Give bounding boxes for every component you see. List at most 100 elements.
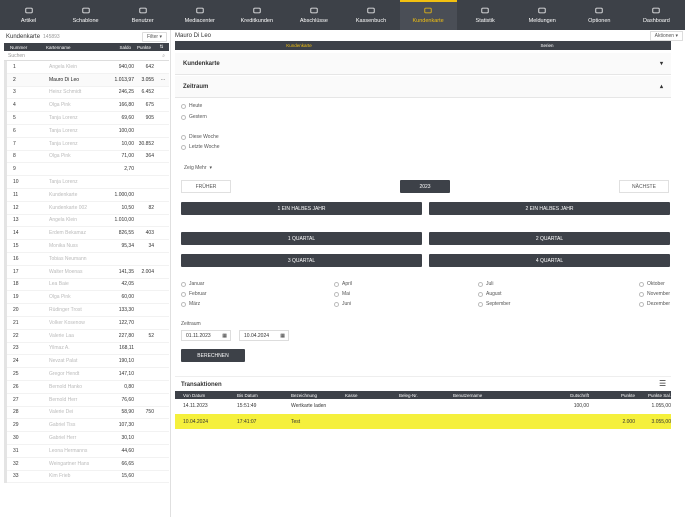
- table-row[interactable]: 23 Yilmaz A. 168,11: [7, 343, 169, 356]
- tcol-kasse[interactable]: Kasse: [337, 393, 391, 398]
- table-row[interactable]: 13 Angela Klein 1.010,00: [7, 215, 169, 228]
- search-icon[interactable]: ⌕: [162, 53, 165, 59]
- month-radio-dezember[interactable]: Dezember: [639, 301, 670, 307]
- table-row[interactable]: 33 Kim Frieb 15,60: [7, 471, 169, 484]
- radio-letzte-woche[interactable]: Letzte Woche: [181, 144, 219, 150]
- table-row[interactable]: 9 2,70: [7, 163, 169, 177]
- tab-serien[interactable]: Serien: [423, 41, 671, 50]
- nav-item-benutzer[interactable]: Benutzer: [114, 0, 171, 30]
- date-from-field[interactable]: 01.11.2023 ▦: [181, 330, 231, 341]
- month-radio-august[interactable]: August: [478, 291, 502, 297]
- month-radio-september[interactable]: September: [478, 301, 510, 307]
- nav-item-kundenkarte[interactable]: Kundenkarte: [399, 0, 457, 30]
- table-row[interactable]: 11 Kundenkarte 1.000,00: [7, 189, 169, 202]
- table-row[interactable]: 27 Bernold Herr 76,60: [7, 394, 169, 407]
- column-number[interactable]: Nummer: [4, 45, 46, 50]
- month-radio-mrz[interactable]: März: [181, 301, 200, 307]
- table-row[interactable]: 32 Weingartner Hans 66,65: [7, 458, 169, 471]
- month-radio-oktober[interactable]: Oktober: [639, 281, 665, 287]
- kundenkarte-section-header[interactable]: Kundenkarte ▾: [175, 53, 671, 75]
- tcol-punkte[interactable]: Punkte: [589, 393, 635, 398]
- radio-gestern[interactable]: Gestern: [181, 114, 207, 120]
- quarter-2-button[interactable]: 2 QUARTAL: [429, 232, 670, 245]
- month-radio-juni[interactable]: Juni: [334, 301, 351, 307]
- year-display[interactable]: 2023: [400, 180, 450, 193]
- table-row[interactable]: 4 Olga Pink 166,80 675: [7, 99, 169, 113]
- tcol-bis-datum[interactable]: Bis Datum: [229, 393, 283, 398]
- tcol-bezeichnung[interactable]: Bezeichnung: [283, 393, 337, 398]
- table-row[interactable]: 5 Tanja Lorenz 69,60 905: [7, 112, 169, 125]
- quarter-1-button[interactable]: 1 QUARTAL: [181, 232, 422, 245]
- month-radio-januar[interactable]: Januar: [181, 281, 204, 287]
- table-row[interactable]: 30 Gabriel Herr 30,10: [7, 432, 169, 445]
- nav-item-optionen[interactable]: Optionen: [571, 0, 628, 30]
- half-year-2-button[interactable]: 2 EIN HALBES JAHR: [429, 202, 670, 215]
- tcol-gutschrift[interactable]: Gutschrift: [529, 393, 589, 398]
- table-row[interactable]: 15 Monika Nuss 95,34 34: [7, 240, 169, 253]
- table-row[interactable]: 31 Leona Hermanns 44,60: [7, 445, 169, 458]
- nav-item-statistik[interactable]: Statistik: [457, 0, 514, 30]
- nav-item-abschl-sse[interactable]: Abschlüsse: [285, 0, 342, 30]
- table-row[interactable]: 24 Nevzat Palat 190,10: [7, 355, 169, 369]
- menu-icon[interactable]: ☰: [659, 380, 666, 388]
- show-more-dropdown[interactable]: Zeig Mehr ▾: [184, 165, 212, 171]
- table-row[interactable]: 3 Heinz Schmidt 246,25 6.452: [7, 87, 169, 100]
- sort-icon[interactable]: ⇅: [154, 44, 169, 50]
- filter-button[interactable]: Filter ▾: [141, 31, 167, 42]
- table-row[interactable]: 8 Olga Pink 71,00 364: [7, 151, 169, 164]
- quarter-4-button[interactable]: 4 QUARTAL: [429, 254, 670, 267]
- table-row[interactable]: 26 Bernold Hanko 0,80: [7, 381, 169, 394]
- actions-button[interactable]: Aktionen ▾: [649, 30, 683, 41]
- table-row[interactable]: 10 Tanja Lorenz: [7, 176, 169, 189]
- radio-diese-woche[interactable]: Diese Woche: [181, 134, 219, 140]
- list-search[interactable]: Suchen ⌕: [4, 51, 169, 61]
- tcol-punkte-sal-[interactable]: Punkte Sal.: [635, 393, 671, 398]
- month-radio-mai[interactable]: Mai: [334, 291, 350, 297]
- previous-year-button[interactable]: FRÜHER: [181, 180, 231, 193]
- nav-item-dashboard[interactable]: Dashboard: [628, 0, 685, 30]
- transaction-row[interactable]: 10.04.2024 17:41:07 Test 2.000 3.055,00: [175, 414, 671, 429]
- month-radio-juli[interactable]: Juli: [478, 281, 494, 287]
- calendar-icon[interactable]: ▦: [280, 333, 285, 339]
- table-row[interactable]: 16 Tobias Neumann: [7, 253, 169, 266]
- table-row[interactable]: 12 Kundenkarte 002 10,50 82: [7, 202, 169, 215]
- nav-item-meldungen[interactable]: Meldungen: [514, 0, 571, 30]
- table-row[interactable]: 7 Tanja Lorenz 10,00 30.852: [7, 138, 169, 151]
- calculate-button[interactable]: BERECHNEN: [181, 349, 245, 362]
- column-cardname[interactable]: Kartenname: [46, 45, 110, 50]
- table-row[interactable]: 20 Rüdinger Trost 133,30: [7, 304, 169, 317]
- table-row[interactable]: 29 Gabriel Tiss 107,30: [7, 419, 169, 433]
- table-row[interactable]: 28 Valerie Dei 58,90 750: [7, 407, 169, 420]
- nav-item-schablone[interactable]: Schablone: [57, 0, 114, 30]
- transaction-row[interactable]: 14.11.2023 15:51:49 Wertkarte laden 100,00 1…: [175, 401, 671, 411]
- zeitraum-section-header[interactable]: Zeitraum ▴: [175, 76, 671, 98]
- next-year-button[interactable]: NÄCHSTE: [619, 180, 669, 193]
- month-radio-februar[interactable]: Februar: [181, 291, 207, 297]
- table-row[interactable]: 22 Valerie Laa 227,80 52: [7, 330, 169, 343]
- table-row[interactable]: 19 Olga Pink 60,00: [7, 291, 169, 305]
- quarter-3-button[interactable]: 3 QUARTAL: [181, 254, 422, 267]
- nav-item-kreditkunden[interactable]: Kreditkunden: [228, 0, 285, 30]
- nav-item-kassenbuch[interactable]: Kassenbuch: [342, 0, 399, 30]
- column-balance[interactable]: Saldo: [110, 45, 134, 50]
- table-row[interactable]: 6 Tanja Lorenz 100,00: [7, 125, 169, 138]
- column-points[interactable]: Punkte: [134, 45, 154, 50]
- table-row[interactable]: 18 Lea Baie 42,05: [7, 279, 169, 292]
- search-input[interactable]: Suchen: [8, 53, 25, 59]
- radio-heute[interactable]: Heute: [181, 103, 202, 109]
- half-year-1-button[interactable]: 1 EIN HALBES JAHR: [181, 202, 422, 215]
- table-row[interactable]: 1 Angela Klein 940,00 642: [7, 61, 169, 74]
- table-row[interactable]: 21 Volker Kosenow 122,70: [7, 317, 169, 330]
- date-to-field[interactable]: 10.04.2024 ▦: [239, 330, 289, 341]
- tab-kundenkarte[interactable]: Kundenkarte: [175, 41, 423, 50]
- row-more-icon[interactable]: ···: [157, 77, 169, 83]
- nav-item-mediacenter[interactable]: Mediacenter: [171, 0, 228, 30]
- month-radio-november[interactable]: November: [639, 291, 670, 297]
- table-row[interactable]: 17 Walter Moenas 141,35 2.004: [7, 266, 169, 279]
- nav-item-artikel[interactable]: Artikel: [0, 0, 57, 30]
- table-row[interactable]: 25 Gregor Hendt 147,10: [7, 368, 169, 381]
- month-radio-april[interactable]: April: [334, 281, 352, 287]
- table-row[interactable]: 14 Erdem Bekamaz 826,55 403: [7, 227, 169, 241]
- calendar-icon[interactable]: ▦: [222, 333, 227, 339]
- tcol-benutzername[interactable]: Benutzername: [445, 393, 529, 398]
